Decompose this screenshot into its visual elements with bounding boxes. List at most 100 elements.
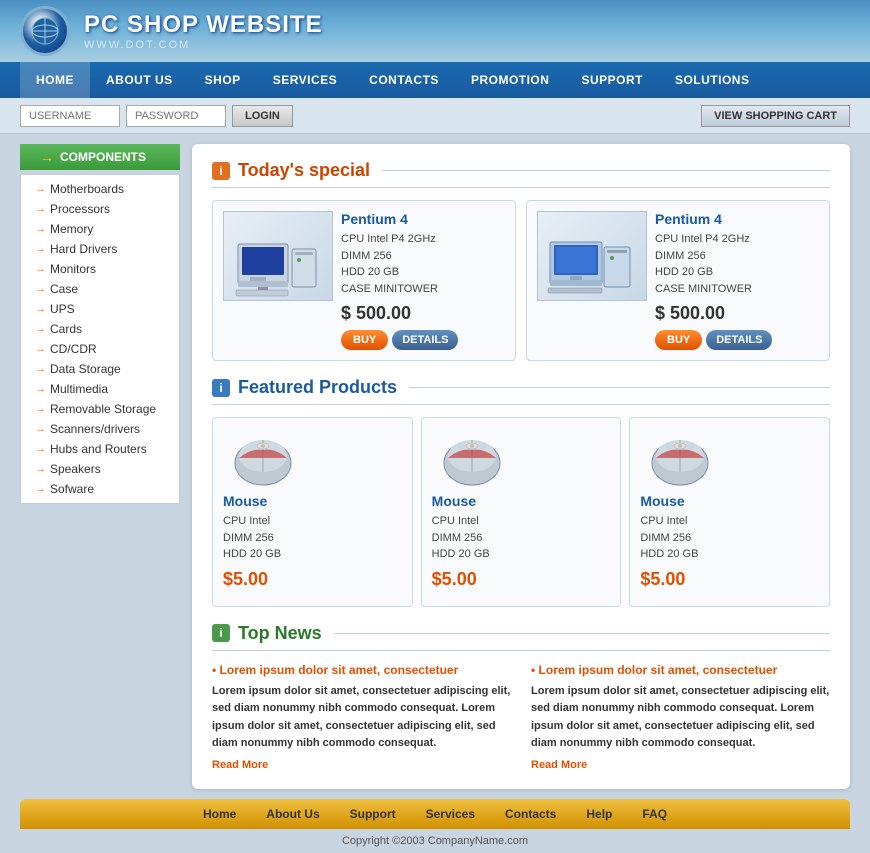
product-name-1: Pentium 4 (341, 211, 505, 227)
password-input[interactable] (126, 105, 226, 127)
sidebar-item[interactable]: →Motherboards (21, 179, 179, 199)
featured-price-1: $5.00 (223, 569, 268, 590)
nav-shop[interactable]: SHOP (189, 62, 257, 98)
sidebar-item[interactable]: →UPS (21, 299, 179, 319)
nav-promotion[interactable]: PROMOTION (455, 62, 566, 98)
footer-link-support[interactable]: Support (350, 807, 396, 821)
sidebar-title: COMPONENTS (60, 150, 146, 164)
info-icon: i (212, 162, 230, 180)
featured-product-3: Mouse CPU IntelDIMM 256HDD 20 GB $5.00 (629, 417, 830, 607)
list-arrow-icon: → (35, 183, 46, 195)
sidebar-list: →Motherboards →Processors →Memory →Hard … (20, 174, 180, 504)
nav-support[interactable]: SUPPORT (565, 62, 659, 98)
sidebar-item[interactable]: →Processors (21, 199, 179, 219)
footer-link-services[interactable]: Services (426, 807, 475, 821)
news-row: Lorem ipsum dolor sit amet, consectetuer… (212, 663, 830, 773)
logo-icon (20, 6, 70, 56)
list-arrow-icon: → (35, 203, 46, 215)
special-product-2: Pentium 4 CPU Intel P4 2GHzDIMM 256HDD 2… (526, 200, 830, 361)
site-title-block: PC SHOP WEBSITE WWW.DOT.COM (84, 11, 323, 51)
nav-about[interactable]: ABOUT US (90, 62, 189, 98)
featured-title: Featured Products (238, 377, 397, 398)
product-price-1: $ 500.00 (341, 303, 505, 324)
footer-link-help[interactable]: Help (586, 807, 612, 821)
details-button-2[interactable]: DETAILS (706, 330, 772, 350)
sidebar-item[interactable]: →Sofware (21, 479, 179, 499)
sidebar-item[interactable]: →Case (21, 279, 179, 299)
sidebar-item[interactable]: →Scanners/drivers (21, 419, 179, 439)
product-buttons-1: BUY DETAILS (341, 330, 505, 350)
footer-link-faq[interactable]: FAQ (642, 807, 667, 821)
list-arrow-icon: → (35, 243, 46, 255)
view-cart-button[interactable]: VIEW SHOPPING CART (701, 105, 850, 127)
nav-home[interactable]: HOME (20, 62, 90, 98)
list-arrow-icon: → (35, 323, 46, 335)
details-button-1[interactable]: DETAILS (392, 330, 458, 350)
news-info-icon: i (212, 624, 230, 642)
product-specs-2: CPU Intel P4 2GHzDIMM 256HDD 20 GBCASE M… (655, 231, 819, 297)
product-info-2: Pentium 4 CPU Intel P4 2GHzDIMM 256HDD 2… (655, 211, 819, 350)
buy-button-2[interactable]: BUY (655, 330, 702, 350)
list-arrow-icon: → (35, 363, 46, 375)
product-specs-1: CPU Intel P4 2GHzDIMM 256HDD 20 GBCASE M… (341, 231, 505, 297)
featured-specs-1: CPU IntelDIMM 256HDD 20 GB (223, 513, 281, 563)
product-price-2: $ 500.00 (655, 303, 819, 324)
footer-nav: Home About Us Support Services Contacts … (20, 799, 850, 829)
featured-products-header: i Featured Products (212, 377, 830, 405)
footer-link-contacts[interactable]: Contacts (505, 807, 556, 821)
product-info-1: Pentium 4 CPU Intel P4 2GHzDIMM 256HDD 2… (341, 211, 505, 350)
featured-name-1: Mouse (223, 493, 267, 509)
list-arrow-icon: → (35, 483, 46, 495)
list-arrow-icon: → (35, 263, 46, 275)
product-image-1 (223, 211, 333, 301)
product-name-2: Pentium 4 (655, 211, 819, 227)
todays-special-title: Today's special (238, 160, 370, 181)
copyright: Copyright ©2003 CompanyName.com (0, 829, 870, 853)
featured-name-2: Mouse (432, 493, 476, 509)
footer-link-home[interactable]: Home (203, 807, 236, 821)
list-arrow-icon: → (35, 423, 46, 435)
site-title: PC SHOP WEBSITE (84, 11, 323, 39)
list-arrow-icon: → (35, 303, 46, 315)
login-button[interactable]: LOGIN (232, 105, 293, 127)
sidebar: → COMPONENTS →Motherboards →Processors →… (20, 144, 180, 789)
featured-products-row: Mouse CPU IntelDIMM 256HDD 20 GB $5.00 M… (212, 417, 830, 607)
nav-contacts[interactable]: CONTACTS (353, 62, 455, 98)
loginbar: LOGIN VIEW SHOPPING CART (0, 98, 870, 134)
buy-button-1[interactable]: BUY (341, 330, 388, 350)
navbar: HOME ABOUT US SHOP SERVICES CONTACTS PRO… (0, 62, 870, 98)
sidebar-item[interactable]: →Multimedia (21, 379, 179, 399)
content-area: i Today's special (192, 144, 850, 789)
top-news-title: Top News (238, 623, 322, 644)
sidebar-item[interactable]: →Monitors (21, 259, 179, 279)
sidebar-item[interactable]: →Removable Storage (21, 399, 179, 419)
footer-link-about[interactable]: About Us (266, 807, 319, 821)
news-article-2: Lorem ipsum dolor sit amet, consectetuer… (531, 663, 830, 773)
featured-specs-3: CPU IntelDIMM 256HDD 20 GB (640, 513, 698, 563)
featured-product-1: Mouse CPU IntelDIMM 256HDD 20 GB $5.00 (212, 417, 413, 607)
sidebar-arrow-icon: → (40, 149, 54, 165)
sidebar-item[interactable]: →Cards (21, 319, 179, 339)
nav-services[interactable]: SERVICES (257, 62, 353, 98)
nav-solutions[interactable]: SOLUTIONS (659, 62, 766, 98)
main-layout: → COMPONENTS →Motherboards →Processors →… (0, 134, 870, 799)
sidebar-item[interactable]: →Hard Drivers (21, 239, 179, 259)
news-headline-1: Lorem ipsum dolor sit amet, consectetuer (212, 663, 511, 677)
sidebar-item[interactable]: →Hubs and Routers (21, 439, 179, 459)
news-article-1: Lorem ipsum dolor sit amet, consectetuer… (212, 663, 511, 773)
list-arrow-icon: → (35, 463, 46, 475)
news-body-2: Lorem ipsum dolor sit amet, consectetuer… (531, 683, 830, 753)
header: PC SHOP WEBSITE WWW.DOT.COM (0, 0, 870, 62)
sidebar-item[interactable]: →Memory (21, 219, 179, 239)
read-more-2[interactable]: Read More (531, 759, 587, 771)
sidebar-item[interactable]: →CD/CDR (21, 339, 179, 359)
sidebar-item[interactable]: →Data Storage (21, 359, 179, 379)
list-arrow-icon: → (35, 283, 46, 295)
sidebar-item[interactable]: →Speakers (21, 459, 179, 479)
news-headline-2: Lorem ipsum dolor sit amet, consectetuer (531, 663, 830, 677)
read-more-1[interactable]: Read More (212, 759, 268, 771)
login-form: LOGIN (20, 105, 293, 127)
top-news-header: i Top News (212, 623, 830, 651)
featured-info-icon: i (212, 379, 230, 397)
username-input[interactable] (20, 105, 120, 127)
